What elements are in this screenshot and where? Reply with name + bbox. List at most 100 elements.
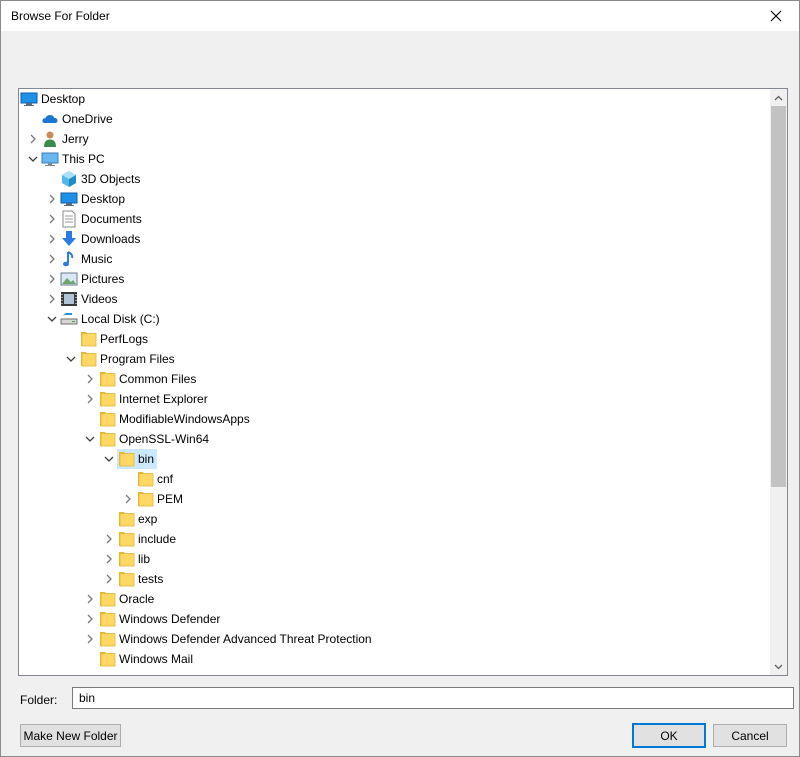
tree-item-node[interactable]: Internet Explorer — [98, 389, 211, 409]
tree-item[interactable]: include — [19, 529, 769, 549]
tree-item-node[interactable]: 3D Objects — [60, 169, 143, 189]
tree-item-label: Downloads — [81, 232, 141, 246]
tree-item-node[interactable]: PerfLogs — [79, 329, 151, 349]
expand-toggle[interactable] — [44, 289, 60, 309]
tree-item[interactable]: PEM — [19, 489, 769, 509]
collapse-toggle[interactable] — [44, 309, 60, 329]
tree-item-node[interactable]: Windows Mail — [98, 649, 196, 669]
tree-item-node[interactable]: Desktop — [60, 189, 128, 209]
expand-toggle[interactable] — [44, 249, 60, 269]
scroll-thumb[interactable] — [771, 106, 786, 487]
chevron-down-icon — [47, 316, 57, 322]
tree-item[interactable]: Pictures — [19, 269, 769, 289]
tree-item-node[interactable]: Documents — [60, 209, 145, 229]
tree-item[interactable]: exp — [19, 509, 769, 529]
tree-item-node[interactable]: PEM — [136, 489, 186, 509]
chevron-down-icon — [104, 456, 114, 462]
expand-toggle[interactable] — [101, 529, 117, 549]
tree-item[interactable]: OneDrive — [19, 109, 769, 129]
tree-item[interactable]: ModifiableWindowsApps — [19, 409, 769, 429]
scroll-down-button[interactable] — [770, 658, 787, 675]
expand-toggle[interactable] — [82, 589, 98, 609]
folder-icon — [79, 330, 97, 348]
tree-item-node[interactable]: Common Files — [98, 369, 199, 389]
tree-item[interactable]: Windows Mail — [19, 649, 769, 669]
tree-item[interactable]: Downloads — [19, 229, 769, 249]
tree-item[interactable]: bin — [19, 449, 769, 469]
tree-item[interactable]: lib — [19, 549, 769, 569]
tree-item-node[interactable]: cnf — [136, 469, 176, 489]
collapse-toggle[interactable] — [82, 429, 98, 449]
collapse-toggle[interactable] — [63, 349, 79, 369]
tree-item[interactable]: Desktop — [19, 189, 769, 209]
tree-item-node[interactable]: Desktop — [20, 89, 88, 109]
folder-input[interactable] — [72, 687, 794, 709]
tree-item[interactable]: cnf — [19, 469, 769, 489]
tree-item-node[interactable]: Windows Defender Advanced Threat Protect… — [98, 629, 375, 649]
tree-item-label: cnf — [157, 472, 174, 486]
tree-item[interactable]: Jerry — [19, 129, 769, 149]
expand-toggle[interactable] — [82, 629, 98, 649]
tree-item[interactable]: Common Files — [19, 369, 769, 389]
tree-item-node[interactable]: exp — [117, 509, 160, 529]
cancel-button[interactable]: Cancel — [713, 724, 787, 747]
tree-item[interactable]: 3D Objects — [19, 169, 769, 189]
collapse-toggle[interactable] — [101, 449, 117, 469]
chevron-right-icon — [87, 374, 93, 384]
tree-item[interactable]: Local Disk (C:) — [19, 309, 769, 329]
tree-item-node[interactable]: Music — [60, 249, 115, 269]
tree-item-node[interactable]: Local Disk (C:) — [60, 309, 163, 329]
expand-toggle[interactable] — [101, 549, 117, 569]
chevron-right-icon — [49, 274, 55, 284]
tree-item[interactable]: PerfLogs — [19, 329, 769, 349]
expand-toggle[interactable] — [25, 129, 41, 149]
chevron-right-icon — [106, 534, 112, 544]
tree-item[interactable]: Oracle — [19, 589, 769, 609]
tree-item-selected[interactable]: bin — [117, 449, 158, 469]
tree-item[interactable]: Windows Defender Advanced Threat Protect… — [19, 629, 769, 649]
tree-item-node[interactable]: OpenSSL-Win64 — [98, 429, 212, 449]
vertical-scrollbar[interactable] — [770, 89, 787, 675]
tree-item[interactable]: Internet Explorer — [19, 389, 769, 409]
expand-toggle[interactable] — [82, 369, 98, 389]
expand-toggle[interactable] — [120, 489, 136, 509]
expand-toggle[interactable] — [82, 609, 98, 629]
tree-item-node[interactable]: Oracle — [98, 589, 157, 609]
expand-toggle[interactable] — [44, 229, 60, 249]
expand-toggle[interactable] — [44, 189, 60, 209]
tree-item-node[interactable]: Pictures — [60, 269, 127, 289]
expand-toggle[interactable] — [44, 209, 60, 229]
tree-item[interactable]: Videos — [19, 289, 769, 309]
tree-item[interactable]: Windows Defender — [19, 609, 769, 629]
tree-item-label: Desktop — [41, 92, 86, 106]
tree-item-node[interactable]: ModifiableWindowsApps — [98, 409, 253, 429]
tree-item[interactable]: Desktop — [19, 89, 769, 109]
tree-item-node[interactable]: Videos — [60, 289, 120, 309]
tree-item-label: Windows Mail — [119, 652, 194, 666]
tree-item-node[interactable]: include — [117, 529, 179, 549]
tree-item-node[interactable]: Program Files — [79, 349, 178, 369]
tree-item-node[interactable]: Jerry — [41, 129, 92, 149]
collapse-toggle[interactable] — [25, 149, 41, 169]
ok-button[interactable]: OK — [632, 723, 706, 748]
tree-item-node[interactable]: OneDrive — [41, 109, 116, 129]
tree-item-node[interactable]: This PC — [41, 149, 108, 169]
tree-item[interactable]: Documents — [19, 209, 769, 229]
folder-tree-view[interactable]: Desktop OneDrive Jerry This PC 3D Objects Des… — [18, 88, 788, 676]
tree-item[interactable]: This PC — [19, 149, 769, 169]
expand-toggle[interactable] — [101, 569, 117, 589]
expand-toggle[interactable] — [82, 389, 98, 409]
tree-item-node[interactable]: Windows Defender — [98, 609, 223, 629]
tree-item-node[interactable]: lib — [117, 549, 153, 569]
tree-item-label: Windows Defender Advanced Threat Protect… — [119, 632, 372, 646]
tree-item[interactable]: OpenSSL-Win64 — [19, 429, 769, 449]
expand-toggle[interactable] — [44, 269, 60, 289]
scroll-up-button[interactable] — [770, 89, 787, 106]
tree-item[interactable]: tests — [19, 569, 769, 589]
tree-item-node[interactable]: Downloads — [60, 229, 143, 249]
make-new-folder-button[interactable]: Make New Folder — [20, 724, 121, 747]
close-button[interactable] — [753, 1, 799, 31]
tree-item[interactable]: Music — [19, 249, 769, 269]
tree-item[interactable]: Program Files — [19, 349, 769, 369]
tree-item-node[interactable]: tests — [117, 569, 166, 589]
